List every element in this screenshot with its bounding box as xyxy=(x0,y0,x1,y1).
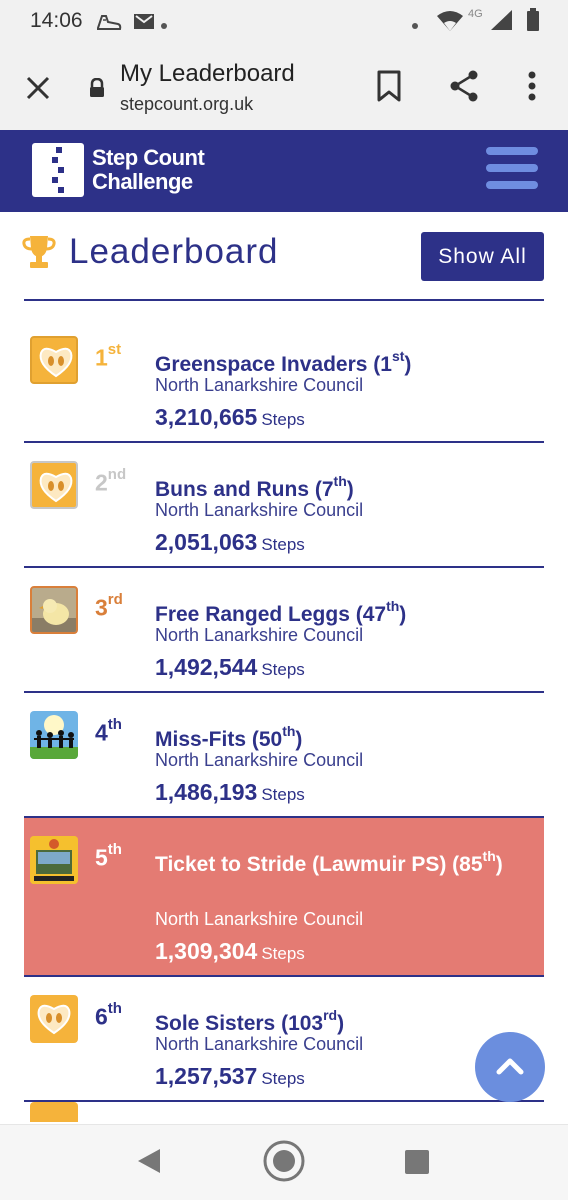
gmail-icon xyxy=(133,13,155,35)
share-icon[interactable] xyxy=(446,66,482,106)
rank: 3rd xyxy=(95,591,123,621)
show-all-button[interactable]: Show All xyxy=(421,232,544,281)
leaderboard-row-partial[interactable] xyxy=(24,1102,544,1122)
status-bar: 14:06 4G xyxy=(0,0,568,44)
team-steps: 2,051,063 Steps xyxy=(155,529,305,555)
team-organisation: North Lanarkshire Council xyxy=(155,375,364,395)
bookmark-icon[interactable] xyxy=(371,66,407,106)
team-steps: 1,486,193 Steps xyxy=(155,779,305,805)
divider xyxy=(24,299,544,301)
wifi-icon xyxy=(436,10,464,37)
team-avatar-silhouettes-icon xyxy=(30,711,78,759)
team-avatar-footprints-icon xyxy=(30,1102,78,1122)
leaderboard-list: 1st Greenspace Invaders (1st) North Lana… xyxy=(24,318,544,1122)
scroll-to-top-button[interactable] xyxy=(475,1032,545,1102)
menu-icon[interactable] xyxy=(486,147,538,191)
team-steps: 1,309,304 Steps xyxy=(155,938,305,964)
team-avatar-footprints-icon xyxy=(30,995,78,1043)
team-steps: 3,210,665 Steps xyxy=(155,404,305,430)
rank: 5th xyxy=(95,841,122,871)
logo-line1: Step Count xyxy=(92,145,205,170)
page-title: My Leaderboard xyxy=(120,60,295,87)
browser-toolbar: My Leaderboard stepcount.org.uk xyxy=(0,44,568,130)
rank: 6th xyxy=(95,1000,122,1030)
team-avatar-footprints-icon xyxy=(30,336,78,384)
team-avatar-ticket-icon xyxy=(30,836,78,884)
lock-icon xyxy=(88,77,106,103)
leaderboard-row[interactable]: 3rd Free Ranged Leggs (47th) North Lanar… xyxy=(24,568,544,693)
close-icon[interactable] xyxy=(22,72,54,104)
leaderboard-row[interactable]: 4th Miss-Fits (50th) North Lanarkshire C… xyxy=(24,693,544,818)
team-organisation: North Lanarkshire Council xyxy=(155,1034,364,1054)
notification-dot-icon xyxy=(411,17,419,35)
team-avatar-chick-icon xyxy=(30,586,78,634)
system-nav-bar xyxy=(0,1124,568,1200)
team-organisation: North Lanarkshire Council xyxy=(155,750,364,770)
trophy-icon xyxy=(22,234,56,275)
chevron-up-icon xyxy=(475,1058,545,1106)
rank: 2nd xyxy=(95,466,127,496)
team-avatar-footprints-icon xyxy=(30,461,78,509)
rank: 4th xyxy=(95,716,122,746)
team-organisation: North Lanarkshire Council xyxy=(155,625,364,645)
leaderboard-row[interactable]: 2nd Buns and Runs (7th) North Lanarkshir… xyxy=(24,443,544,568)
logo-icon[interactable] xyxy=(32,143,84,197)
battery-icon xyxy=(526,8,540,37)
team-organisation: North Lanarkshire Council xyxy=(155,500,364,520)
walking-shoe-icon xyxy=(96,12,122,37)
logo-line2: Challenge xyxy=(92,169,193,194)
signal-icon xyxy=(490,9,514,36)
leaderboard-row[interactable]: 1st Greenspace Invaders (1st) North Lana… xyxy=(24,318,544,443)
recents-icon[interactable] xyxy=(404,1149,430,1180)
team-steps: 1,492,544 Steps xyxy=(155,654,305,680)
rank: 1st xyxy=(95,341,122,371)
leaderboard-row[interactable]: 6th Sole Sisters (103rd) North Lanarkshi… xyxy=(24,977,544,1102)
status-time: 14:06 xyxy=(30,9,83,32)
leaderboard-title: Leaderboard xyxy=(69,232,279,271)
leaderboard-row-current-team[interactable]: 5th Ticket to Stride (Lawmuir PS) (85th)… xyxy=(24,818,544,977)
logo-text[interactable]: Step Count Challenge xyxy=(92,145,205,194)
notification-dot-icon xyxy=(160,17,168,35)
more-vert-icon[interactable] xyxy=(514,66,550,106)
page-url[interactable]: stepcount.org.uk xyxy=(120,94,253,115)
site-header: Step Count Challenge xyxy=(0,130,568,212)
team-steps: 1,257,537 Steps xyxy=(155,1063,305,1089)
back-icon[interactable] xyxy=(134,1141,164,1186)
team-organisation: North Lanarkshire Council xyxy=(155,909,364,929)
network-type: 4G xyxy=(468,8,483,20)
team-name[interactable]: Ticket to Stride (Lawmuir PS) (85th) xyxy=(155,842,530,881)
home-icon[interactable] xyxy=(262,1139,306,1188)
